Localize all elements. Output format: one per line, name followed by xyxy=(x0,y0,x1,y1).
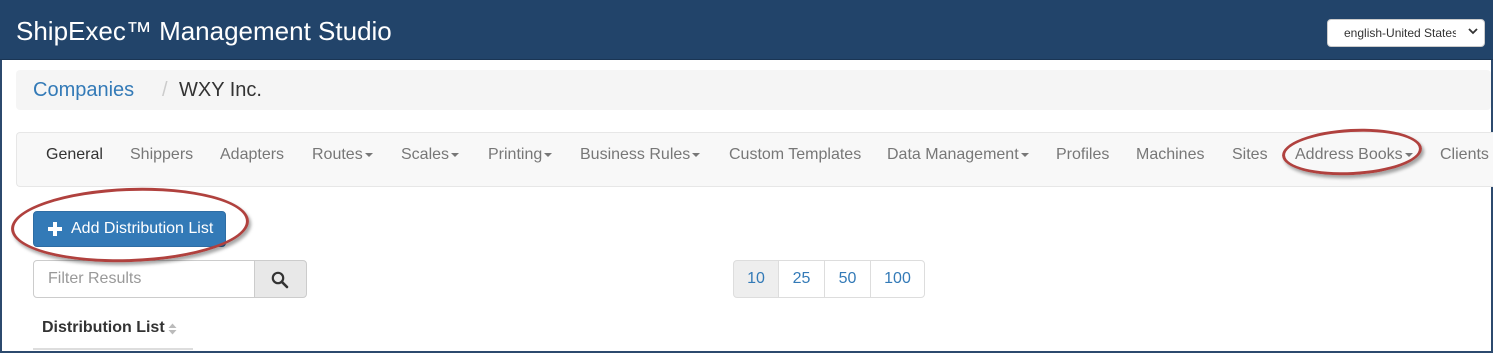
language-select[interactable]: english-United States xyxy=(1327,19,1485,47)
breadcrumb-companies-link[interactable]: Companies xyxy=(33,70,134,110)
nav-printing[interactable]: Printing xyxy=(488,133,553,186)
page-size-25[interactable]: 25 xyxy=(778,260,825,298)
nav-clients[interactable]: Clients xyxy=(1440,133,1489,186)
breadcrumb-current: WXY Inc. xyxy=(179,79,262,101)
nav-general[interactable]: General xyxy=(46,133,103,186)
nav-routes[interactable]: Routes xyxy=(312,133,373,186)
nav-custom-templates[interactable]: Custom Templates xyxy=(729,133,861,186)
caret-down-icon xyxy=(692,152,701,157)
caret-down-icon xyxy=(544,152,553,157)
page-size-10[interactable]: 10 xyxy=(733,260,779,298)
filter-results-input[interactable] xyxy=(33,260,255,298)
add-distribution-list-label: Add Distribution List xyxy=(71,220,214,237)
distribution-list-column-header[interactable]: Distribution List xyxy=(42,318,165,338)
language-select-value: english-United States xyxy=(1344,26,1456,40)
nav-profiles[interactable]: Profiles xyxy=(1056,133,1109,186)
chevron-down-icon xyxy=(1468,28,1478,35)
page-size-100[interactable]: 100 xyxy=(870,260,925,298)
company-nav: General Shippers Adapters Routes Scales … xyxy=(16,132,1493,187)
search-button[interactable] xyxy=(254,260,307,298)
app-header: ShipExec™ Management Studio english-Unit… xyxy=(0,0,1493,60)
nav-machines[interactable]: Machines xyxy=(1136,133,1204,186)
page-size-50[interactable]: 50 xyxy=(824,260,871,298)
app-title: ShipExec™ Management Studio xyxy=(16,16,392,46)
nav-data-management[interactable]: Data Management xyxy=(887,133,1029,186)
nav-sites[interactable]: Sites xyxy=(1232,133,1268,186)
add-distribution-list-button[interactable]: Add Distribution List xyxy=(33,211,226,247)
plus-icon xyxy=(48,222,62,236)
nav-adapters[interactable]: Adapters xyxy=(220,133,284,186)
caret-down-icon xyxy=(1404,152,1413,157)
caret-down-icon xyxy=(451,152,460,157)
nav-business-rules[interactable]: Business Rules xyxy=(580,133,701,186)
nav-shippers[interactable]: Shippers xyxy=(130,133,193,186)
nav-address-books[interactable]: Address Books xyxy=(1295,133,1413,186)
sort-icon[interactable] xyxy=(168,323,177,335)
caret-down-icon xyxy=(364,152,373,157)
column-header-underline xyxy=(33,348,193,350)
nav-scales[interactable]: Scales xyxy=(401,133,460,186)
breadcrumb-separator: / xyxy=(162,79,168,101)
search-icon xyxy=(271,271,289,289)
caret-down-icon xyxy=(1020,152,1029,157)
breadcrumb: Companies / WXY Inc. xyxy=(16,70,1491,110)
